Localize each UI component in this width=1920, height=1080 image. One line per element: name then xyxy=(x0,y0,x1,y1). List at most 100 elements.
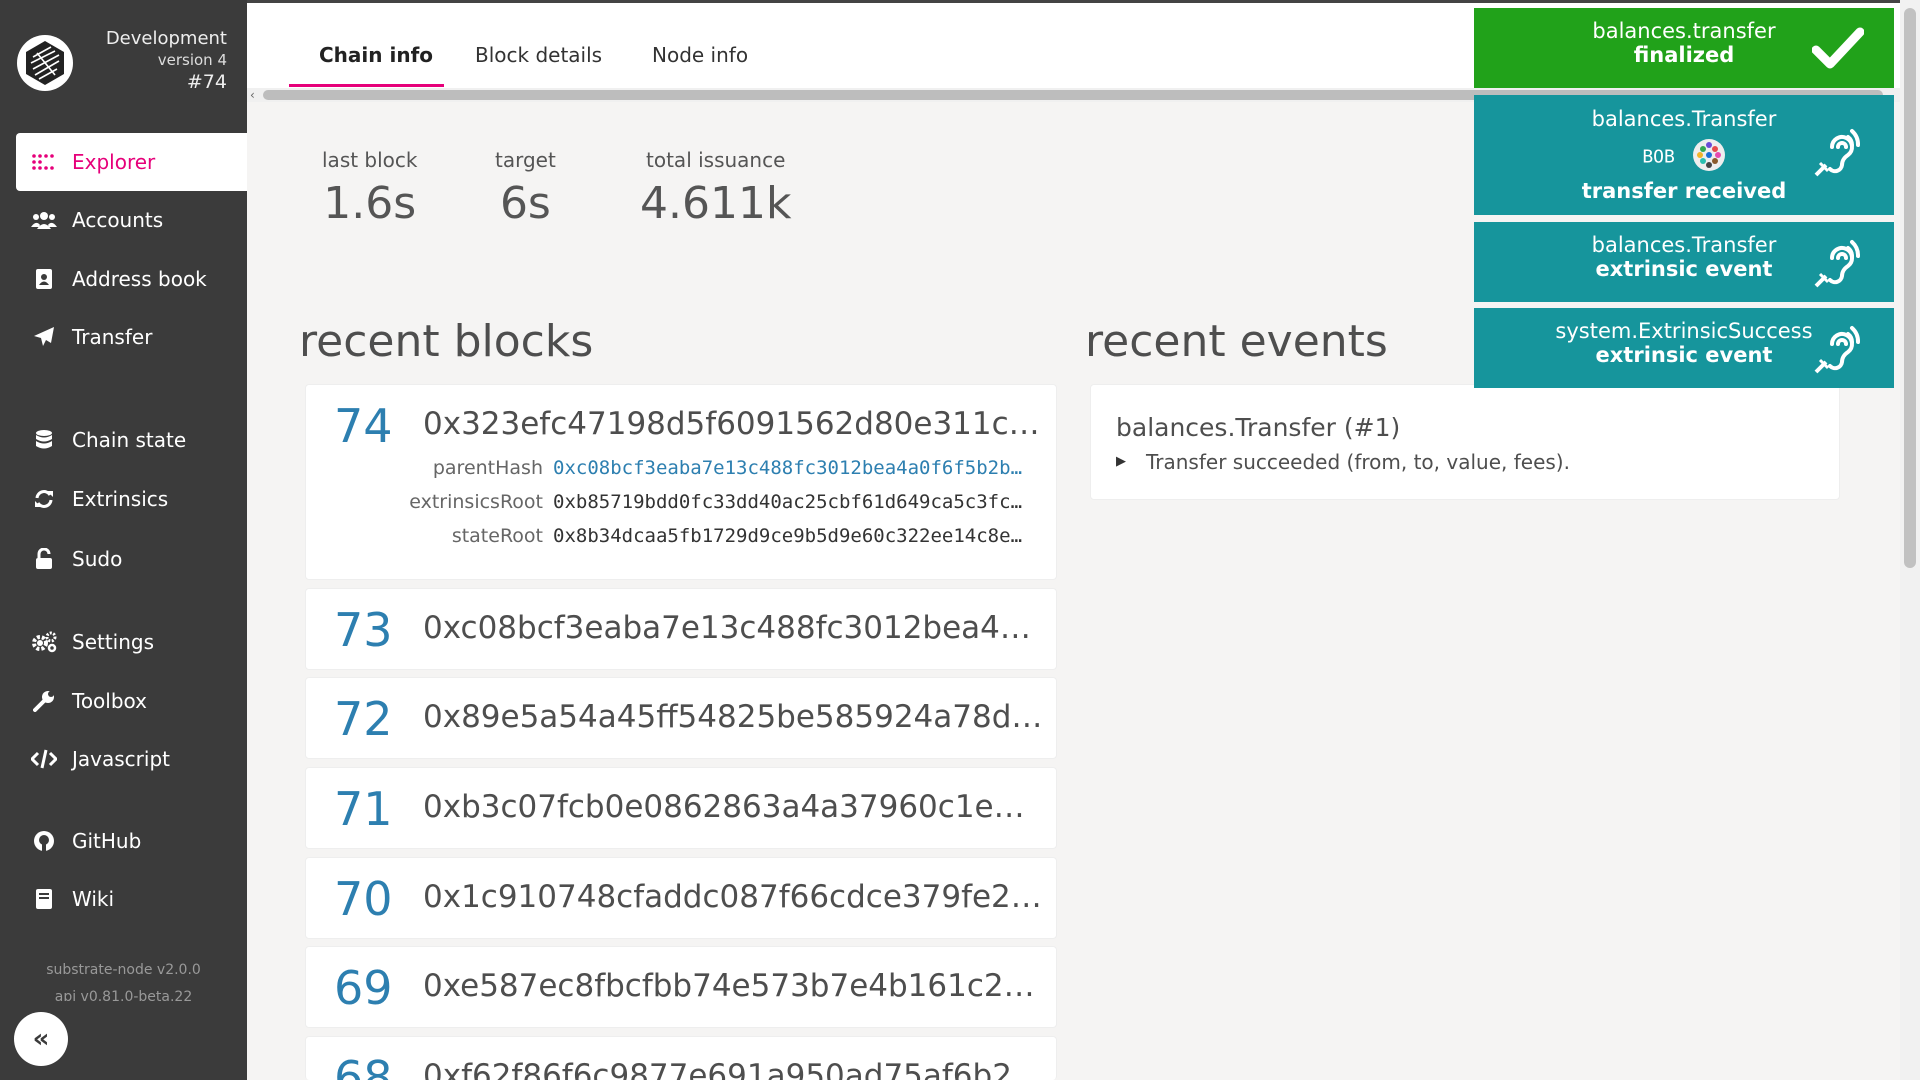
assistive-listening-icon xyxy=(1814,125,1864,181)
toast-extrinsic-event[interactable]: balances.Transfer extrinsic event xyxy=(1474,222,1894,302)
sidebar: Development version 4 #74 Explorer Accou… xyxy=(0,0,247,1080)
users-icon xyxy=(30,211,58,229)
github-icon xyxy=(30,830,58,852)
block-number[interactable]: 73 xyxy=(334,603,393,657)
sidebar-item-accounts[interactable]: Accounts xyxy=(16,191,247,249)
sidebar-item-label: Explorer xyxy=(72,150,156,174)
summary-target: target 6s xyxy=(495,148,556,229)
explorer-icon xyxy=(30,154,58,170)
sidebar-item-transfer[interactable]: Transfer xyxy=(16,308,247,366)
sidebar-item-settings[interactable]: Settings xyxy=(16,613,247,671)
summary-total-issuance: total issuance 4.611k xyxy=(640,148,791,229)
sidebar-item-label: Transfer xyxy=(72,325,153,349)
sidebar-item-label: Address book xyxy=(72,267,207,291)
chain-info: Development version 4 #74 xyxy=(106,28,227,95)
block-hash: 0xf62f86f6c9877e691a950ad75af6b2d4f6a8c0… xyxy=(423,1058,1043,1080)
event-card: balances.Transfer (#1) ▶ Transfer succee… xyxy=(1090,384,1840,500)
vertical-scrollbar[interactable] xyxy=(1900,0,1920,1080)
block-card-latest: 74 0x323efc47198d5f6091562d80e311c5f1c1d… xyxy=(305,384,1057,580)
block-hash: 0x89e5a54a45ff54825be585924a78d3e0b1f6e2… xyxy=(423,699,1043,735)
address-book-icon xyxy=(30,268,58,290)
cogs-icon xyxy=(30,631,58,653)
summary-last-block: last block 1.6s xyxy=(322,148,418,229)
toast-extrinsic-success[interactable]: system.ExtrinsicSuccess extrinsic event xyxy=(1474,308,1894,388)
code-icon xyxy=(30,749,58,769)
wrench-icon xyxy=(30,690,58,712)
sidebar-item-label: Chain state xyxy=(72,428,187,452)
block-number[interactable]: 74 xyxy=(334,399,393,453)
block-card: 69 0xe587ec8fbcfbb74e573b7e4b161c2d4f6a8… xyxy=(305,946,1057,1028)
block-number[interactable]: 69 xyxy=(334,961,393,1015)
summary-label: last block xyxy=(322,148,418,172)
event-title: balances.Transfer (#1) xyxy=(1116,413,1401,442)
block-card: 72 0x89e5a54a45ff54825be585924a78d3e0b1f… xyxy=(305,677,1057,759)
sidebar-item-chain-state[interactable]: Chain state xyxy=(16,411,247,469)
chain-name: Development xyxy=(105,28,227,49)
active-tab-indicator xyxy=(289,84,444,87)
block-hash: 0xc08bcf3eaba7e13c488fc3012bea4a0f6f5b2b… xyxy=(423,610,1043,646)
sidebar-item-wiki[interactable]: Wiki xyxy=(16,870,247,928)
sidebar-item-label: Settings xyxy=(72,630,155,654)
identicon-icon xyxy=(1692,138,1726,177)
block-card: 71 0xb3c07fcb0e0862863a4a37960c1e2f4a6b8… xyxy=(305,767,1057,849)
tab-block-details[interactable]: Block details xyxy=(475,43,602,67)
api-version: api v0.81.0-beta.22 xyxy=(54,988,193,1001)
sidebar-item-label: GitHub xyxy=(72,829,142,853)
sidebar-item-sudo[interactable]: Sudo xyxy=(16,530,247,588)
block-number[interactable]: 71 xyxy=(334,782,393,836)
sidebar-item-label: Accounts xyxy=(72,208,164,232)
sidebar-item-label: Wiki xyxy=(72,887,115,911)
checkmark-icon xyxy=(1811,26,1865,74)
block-hash: 0xb3c07fcb0e0862863a4a37960c1e2f4a6b8d0c… xyxy=(423,789,1043,825)
summary-value: 6s xyxy=(499,178,551,229)
block-number[interactable]: 68 xyxy=(334,1051,393,1080)
sidebar-item-label: Javascript xyxy=(72,747,170,771)
unlock-icon xyxy=(30,548,58,570)
detail-value: 0xb85719bdd0fc33dd40ac25cbf61d649ca5c3fc… xyxy=(553,491,1033,513)
sidebar-item-toolbox[interactable]: Toolbox xyxy=(16,672,247,730)
sidebar-item-extrinsics[interactable]: Extrinsics xyxy=(16,470,247,528)
paper-plane-icon xyxy=(30,326,58,348)
detail-value: 0x8b34dcaa5fb1729d9ce9b5d9e60c322ee14c8e… xyxy=(553,525,1033,547)
expand-caret-icon[interactable]: ▶ xyxy=(1116,454,1126,469)
runtime-version: version 4 xyxy=(157,50,227,69)
recent-events-title: recent events xyxy=(1085,316,1388,367)
event-description[interactable]: Transfer succeeded (from, to, value, fee… xyxy=(1146,450,1570,474)
summary-value: 1.6s xyxy=(323,178,417,229)
summary-label: target xyxy=(495,148,556,172)
block-hash: 0xe587ec8fbcfbb74e573b7e4b161c2d4f6a8c0e… xyxy=(423,968,1043,1004)
block-hash: 0x323efc47198d5f6091562d80e311c5f1c1d9a9… xyxy=(423,406,1043,442)
account-name: BOB xyxy=(1642,146,1675,168)
database-icon xyxy=(30,429,58,451)
version-info: substrate-node v2.0.0 api v0.81.0-beta.2… xyxy=(0,957,247,1001)
collapse-sidebar-button[interactable]: « xyxy=(14,1012,68,1066)
summary-value: 4.611k xyxy=(640,178,792,229)
parent-hash-link[interactable]: 0xc08bcf3eaba7e13c488fc3012bea4a0f6f5b2b… xyxy=(553,457,1033,479)
block-card: 73 0xc08bcf3eaba7e13c488fc3012bea4a0f6f5… xyxy=(305,588,1057,670)
chain-logo-icon[interactable] xyxy=(17,35,73,91)
block-number[interactable]: 72 xyxy=(334,692,393,746)
sidebar-item-label: Toolbox xyxy=(72,689,147,713)
sidebar-item-javascript[interactable]: Javascript xyxy=(16,730,247,788)
node-version: substrate-node v2.0.0 xyxy=(46,962,201,978)
assistive-listening-icon xyxy=(1814,322,1864,378)
tab-node-info[interactable]: Node info xyxy=(652,43,748,67)
double-chevron-left-icon: « xyxy=(32,1024,50,1054)
sidebar-item-github[interactable]: GitHub xyxy=(16,812,247,870)
scrollbar-thumb[interactable] xyxy=(1904,8,1916,568)
block-card: 70 0x1c910748cfaddc087f66cdce379fe2b4d6f… xyxy=(305,857,1057,939)
recent-blocks-title: recent blocks xyxy=(299,316,594,367)
tab-chain-info[interactable]: Chain info xyxy=(319,43,433,67)
sidebar-item-label: Extrinsics xyxy=(72,487,169,511)
sidebar-item-address-book[interactable]: Address book xyxy=(16,250,247,308)
toast-transfer-received[interactable]: balances.Transfer BOB transfer received xyxy=(1474,95,1894,215)
sidebar-item-label: Sudo xyxy=(72,547,123,571)
toast-status: transfer received xyxy=(1581,179,1787,203)
sidebar-item-explorer[interactable]: Explorer xyxy=(16,133,247,191)
toast-finalized[interactable]: balances.transfer finalized xyxy=(1474,8,1894,88)
detail-key: stateRoot xyxy=(451,525,543,547)
scroll-left-arrow-icon[interactable]: ‹ xyxy=(250,88,255,102)
detail-key: extrinsicsRoot xyxy=(409,491,543,513)
summary-label: total issuance xyxy=(646,148,786,172)
block-number[interactable]: 70 xyxy=(334,872,393,926)
